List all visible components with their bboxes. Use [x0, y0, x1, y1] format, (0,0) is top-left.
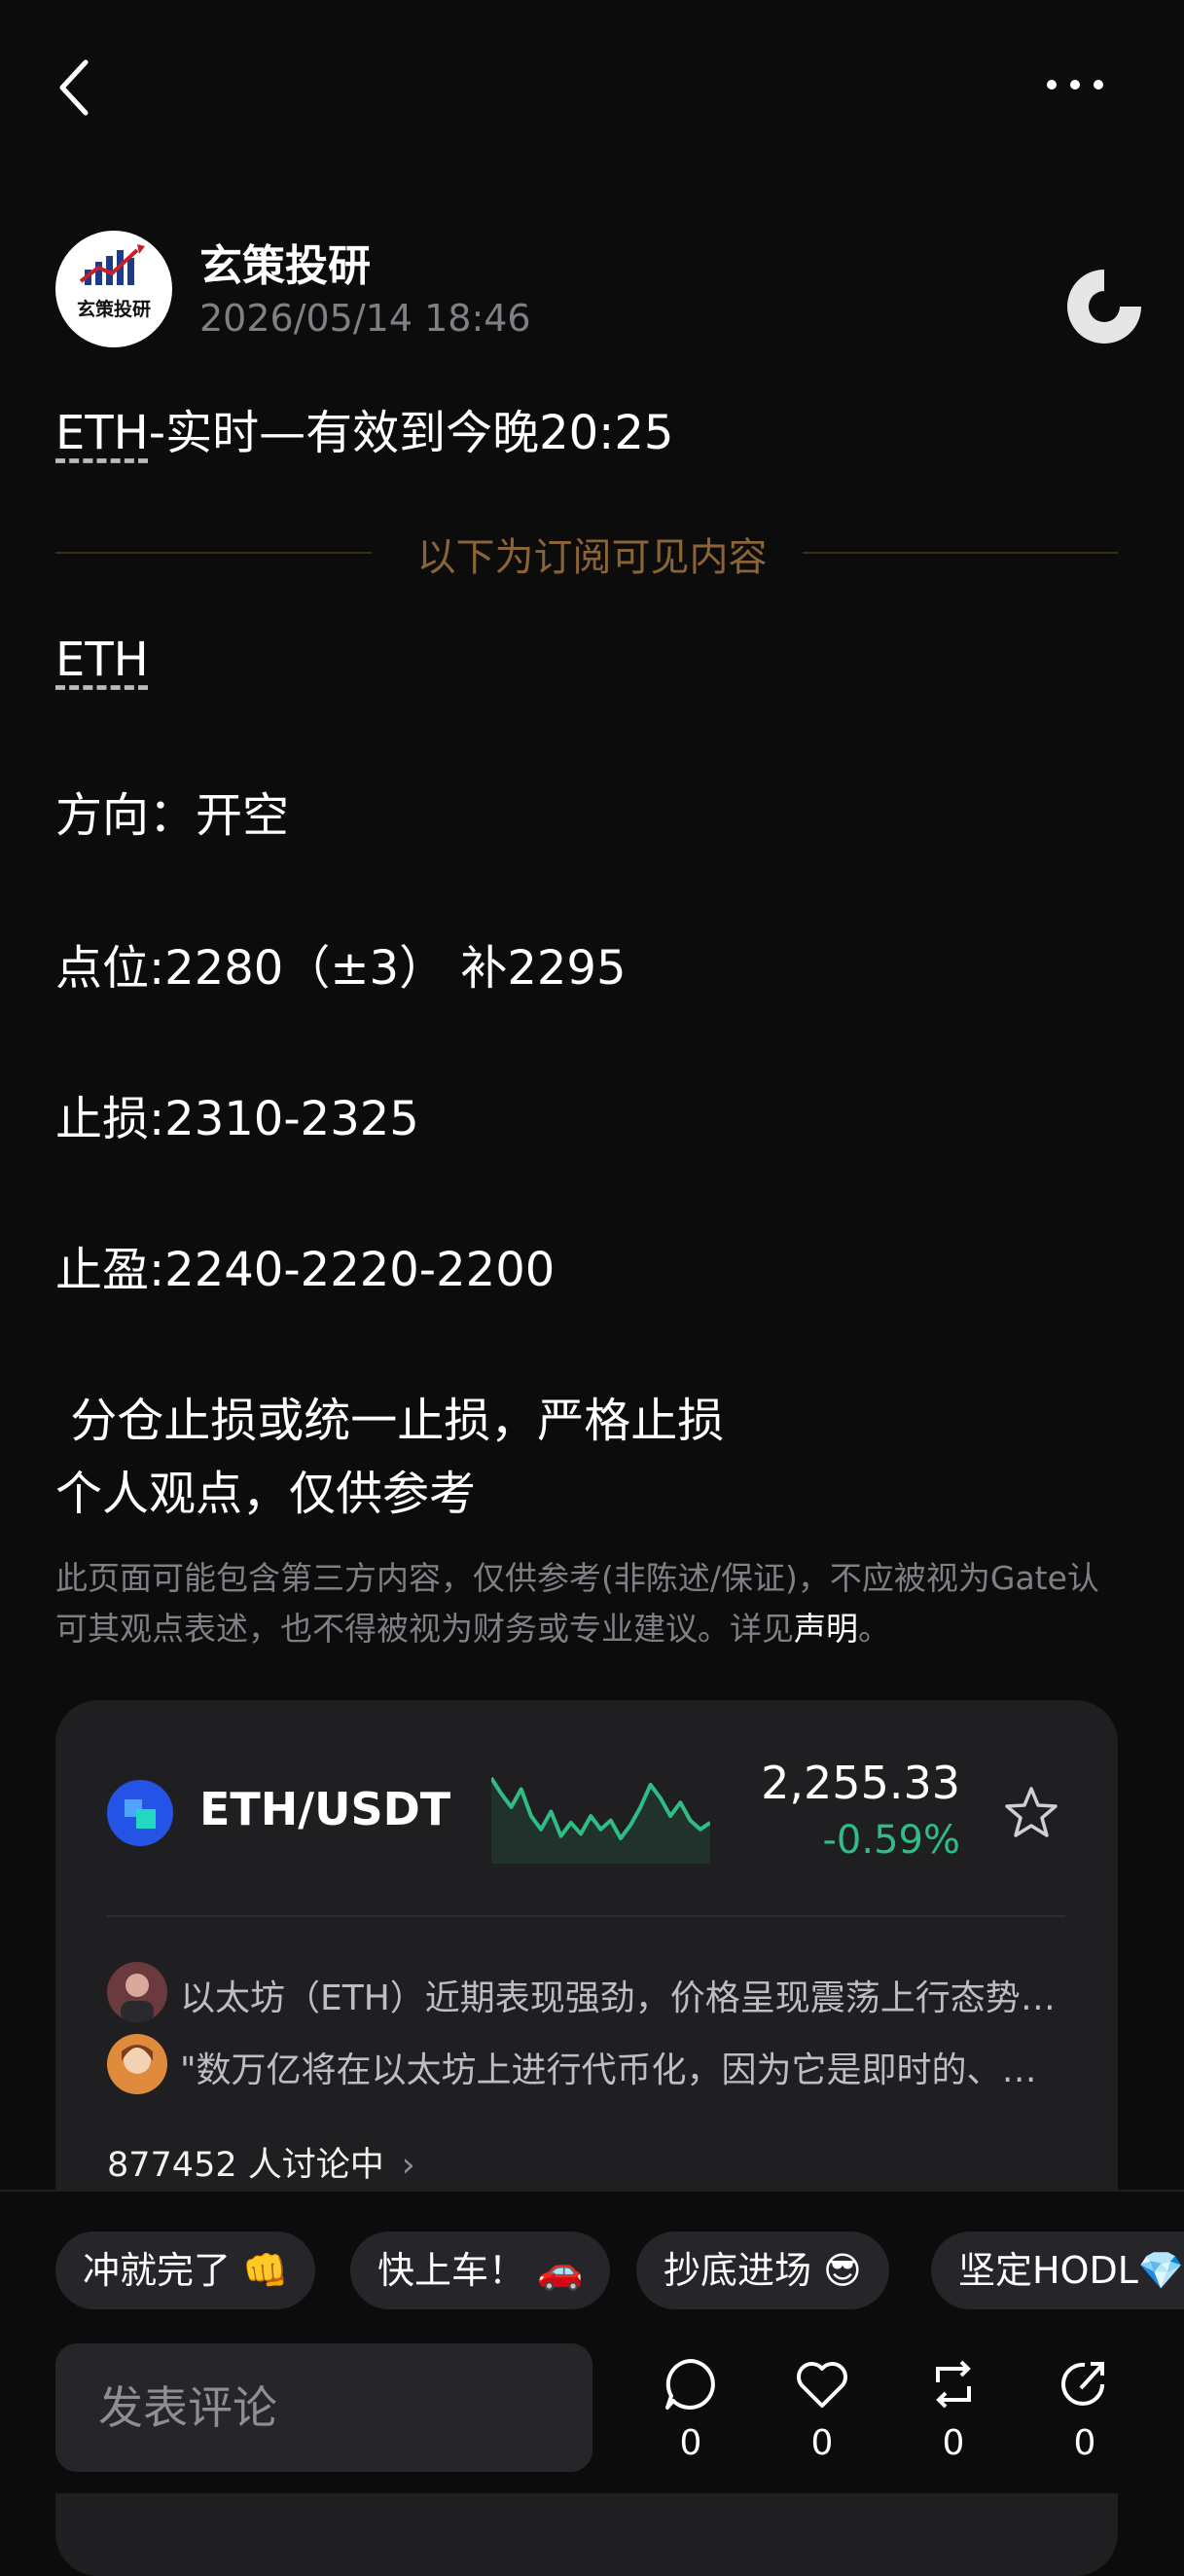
more-icon [1047, 80, 1057, 90]
heart-icon [797, 2362, 847, 2408]
disclaimer: 此页面可能包含第三方内容，仅供参考(非陈述/保证)，不应被视为Gate认可其观点… [55, 1553, 1126, 1654]
comment-input[interactable]: 发表评论 [55, 2343, 592, 2472]
user-avatar [107, 1962, 167, 2022]
share-icon [1061, 2362, 1104, 2406]
sparkline-area [491, 1778, 710, 1864]
disclaimer-end: 。 [858, 1610, 890, 1648]
eth-coin-icon [107, 1780, 173, 1846]
author-avatar[interactable]: 玄策投研 [55, 231, 172, 347]
price-sparkline [491, 1776, 710, 1864]
content-stop-loss: 止损:2310-2325 [55, 1092, 419, 1146]
chevron-right-icon: › [401, 2146, 415, 2185]
comment-icon [665, 2359, 715, 2410]
title-symbol-link[interactable]: ETH [55, 406, 149, 460]
like-button[interactable]: 0 [773, 2355, 871, 2482]
more-options-button[interactable] [1031, 58, 1119, 107]
author-name[interactable]: 玄策投研 [199, 231, 371, 293]
content-note-2: 个人观点，仅供参考 [55, 1467, 477, 1521]
repost-button[interactable]: 0 [905, 2355, 1002, 2482]
post-timestamp: 2026/05/14 18:46 [199, 297, 531, 340]
disclaimer-link[interactable]: 声明 [794, 1610, 858, 1648]
refresh-icon[interactable] [1062, 265, 1146, 348]
favorite-star-icon[interactable] [1002, 1784, 1060, 1842]
back-button[interactable] [49, 49, 107, 127]
comment-button[interactable]: 0 [642, 2355, 739, 2482]
ticker-pair[interactable]: ETH/USDT [199, 1783, 450, 1835]
disclaimer-text: 此页面可能包含第三方内容，仅供参考(非陈述/保证)，不应被视为Gate认可其观点… [55, 1559, 1099, 1648]
content-take-profit: 止盈:2240-2220-2200 [55, 1243, 556, 1297]
comment-count: 0 [679, 2423, 702, 2463]
post-title: ETH-实时—有效到今晚20:25 [55, 394, 673, 462]
repost-icon [936, 2360, 971, 2409]
discussion-item[interactable]: 以太坊（ETH）近期表现强劲，价格呈现震荡上行态势，市场情绪偏向乐观 [107, 1962, 1070, 2022]
discussion-text: 以太坊（ETH）近期表现强劲，价格呈现震荡上行态势，市场情绪偏向乐观 [180, 1978, 1070, 2018]
ticker-price: 2,255.33 [761, 1757, 960, 1809]
content-symbol-link[interactable]: ETH [55, 633, 149, 687]
logo-icon [79, 244, 145, 285]
card-divider [107, 1915, 1065, 1917]
repost-count: 0 [942, 2423, 965, 2463]
discussing-count: 877452 人讨论中 [107, 2146, 384, 2185]
subscriber-divider: 以下为订阅可见内容 [416, 535, 768, 580]
content-entry: 点位:2280（±3） 补2295 [55, 941, 627, 996]
quick-reply-chip[interactable]: 坚定HODL💎 [931, 2231, 1184, 2309]
content-note-1: 分仓止损或统一止损，严格止损 [55, 1394, 725, 1448]
content-direction: 方向：开空 [55, 788, 290, 843]
discussion-item[interactable]: "数万亿将在以太坊上进行代币化，因为它是即时的、透明的" [107, 2034, 1070, 2094]
title-text: -实时—有效到今晚20:25 [148, 406, 674, 460]
discussing-count-link[interactable]: 877452 人讨论中 › [107, 2137, 415, 2187]
share-count: 0 [1073, 2423, 1096, 2463]
ticker-change: -0.59% [822, 1818, 960, 1863]
chevron-left-icon [59, 59, 89, 116]
avatar-text: 玄策投研 [76, 299, 151, 320]
user-avatar [107, 2034, 167, 2094]
quick-reply-chip[interactable]: 抄底进场 😎 [636, 2231, 889, 2309]
quick-reply-chip[interactable]: 冲就完了 👊 [55, 2231, 316, 2309]
discussion-text: "数万亿将在以太坊上进行代币化，因为它是即时的、透明的" [180, 2050, 1070, 2090]
share-button[interactable]: 0 [1036, 2355, 1133, 2482]
quick-reply-chip[interactable]: 快上车！ 🚗 [350, 2231, 611, 2309]
like-count: 0 [810, 2423, 834, 2463]
